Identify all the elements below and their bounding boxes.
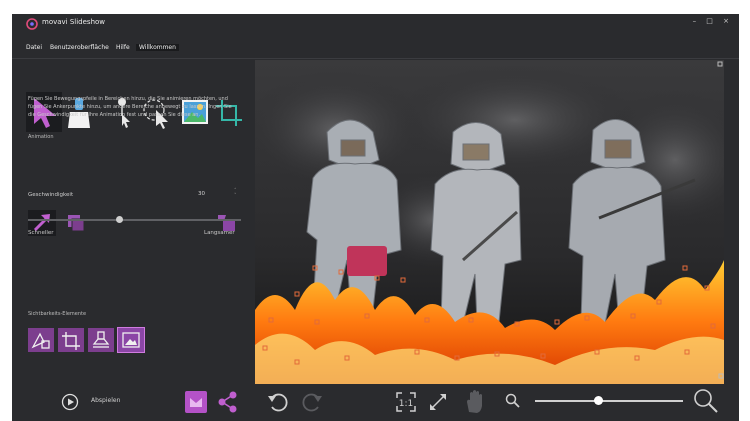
menu-item-benutzeroberflaeche[interactable]: Benutzeroberfläche — [50, 44, 109, 51]
app-name: movavi Slideshow — [42, 18, 106, 26]
visibility-tool-image-button[interactable] — [117, 327, 145, 353]
app-logo-icon — [26, 18, 38, 30]
speed-label: Geschwindigkeit — [28, 192, 74, 198]
visibility-tool-crop-button[interactable] — [58, 328, 84, 352]
image-icon — [122, 332, 140, 348]
play-label[interactable]: Abspielen — [91, 397, 120, 404]
visibility-tool-mask-button[interactable] — [28, 328, 54, 352]
speed-slider[interactable] — [28, 219, 241, 221]
expand-icon[interactable] — [426, 390, 450, 414]
shapes-icon — [31, 332, 50, 349]
title-bar: movavi Slideshow – □ × — [12, 14, 739, 34]
undo-icon[interactable] — [266, 390, 290, 414]
hand-pan-icon[interactable] — [462, 388, 486, 416]
svg-text:1:1: 1:1 — [399, 399, 413, 409]
save-export-icon[interactable] — [184, 390, 208, 414]
menu-item-hilfe[interactable]: Hilfe — [116, 44, 130, 51]
app-window: movavi Slideshow – □ × Datei Benutzerobe… — [12, 14, 739, 421]
speed-spinner-icon[interactable]: ˄ ˅ — [234, 189, 237, 199]
zoom-in-icon[interactable] — [692, 387, 720, 415]
play-icon[interactable] — [60, 392, 80, 412]
visibility-tool-stamp-button[interactable] — [88, 328, 114, 352]
section-title-animation: Animation — [28, 134, 54, 140]
layers-icon — [68, 215, 85, 232]
menu-item-willkommen[interactable]: Willkommen — [136, 44, 179, 51]
redo-icon[interactable] — [300, 390, 324, 414]
slider-label-faster: Schneller — [28, 230, 54, 236]
photo-firefighters — [255, 60, 724, 384]
section-title-visibility: Sichtbarkeits-Elemente — [28, 311, 87, 317]
window-controls[interactable]: – □ × — [693, 17, 733, 25]
speed-value[interactable]: 30 — [198, 191, 205, 197]
bottom-toolbar: 1:1 — [12, 384, 739, 421]
add-anchor-button[interactable] — [60, 210, 88, 236]
menu-item-datei[interactable]: Datei — [26, 44, 42, 51]
image-canvas[interactable] — [255, 60, 724, 384]
animation-description: Fügen Sie Bewegungspfeile in Bereichen h… — [28, 96, 232, 118]
stamp-icon — [92, 331, 110, 348]
share-icon[interactable] — [216, 390, 240, 414]
slider-label-slower: Langsamer — [204, 230, 235, 236]
zoom-slider[interactable] — [535, 400, 683, 402]
fit-to-window-icon[interactable]: 1:1 — [394, 390, 418, 414]
menu-divider — [12, 58, 739, 59]
zoom-out-icon[interactable] — [504, 392, 522, 410]
crop-small-icon — [62, 332, 80, 350]
